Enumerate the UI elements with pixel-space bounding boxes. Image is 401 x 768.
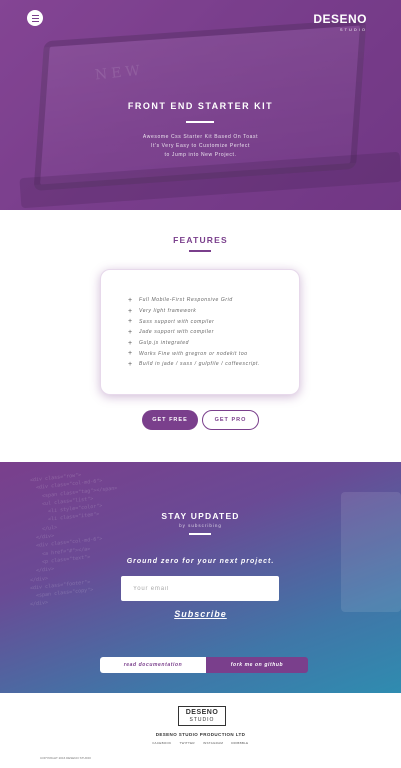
code-background: <div class="row"> <div class="col-md-6">… — [30, 472, 118, 609]
hero-title: FRONT END STARTER KIT — [127, 101, 274, 111]
brand-sub: STUDIO — [339, 27, 367, 32]
footer-link-facebook[interactable]: FACEBOOK — [153, 741, 172, 745]
feature-item: + Jade support with compiler — [128, 327, 299, 338]
feature-text: Sass support with compiler — [139, 318, 215, 325]
features-card: + Full Mobile-First Responsive Grid + Very… — [100, 269, 300, 395]
feature-text: Very light framework — [139, 308, 197, 315]
subscribe-link[interactable]: Subscribe — [0, 609, 401, 619]
footer-link-instagram[interactable]: INSTAGRAM — [203, 741, 223, 745]
blurred-device-image — [341, 492, 401, 612]
hero-description-line: It's Very Easy to Customize Perfect — [151, 143, 250, 149]
feature-item: + Gulp.js integrated — [128, 338, 299, 349]
feature-text: Works Fine with gregron or nodekit too — [139, 350, 248, 357]
hero-description-line: Awesome Css Starter Kit Based On Toast — [142, 134, 259, 140]
plus-icon: + — [128, 307, 133, 315]
get-pro-button[interactable]: GET PRO — [202, 410, 259, 430]
footer-logo-sub: STUDIO — [189, 717, 215, 723]
footer-company: DESENO STUDIO PRODUCTION LTD — [155, 732, 246, 737]
feature-text: Full Mobile-First Responsive Grid — [139, 297, 233, 304]
plus-icon: + — [128, 350, 133, 358]
features-title: FEATURES — [173, 235, 228, 245]
feature-text: Build in jade / sass / gulpfile / coffee… — [139, 361, 261, 368]
fork-github-button[interactable]: fork me on github — [206, 657, 308, 673]
stay-updated-title: STAY UPDATED — [161, 511, 240, 521]
stay-updated-subtitle: by subscribing — [179, 523, 222, 528]
plus-icon: + — [128, 339, 133, 347]
feature-text: Jade support with compiler — [139, 329, 215, 336]
plus-icon: + — [128, 296, 133, 304]
footer-logo-name: DESENO — [185, 709, 219, 716]
brand-name: DESENO — [313, 12, 367, 26]
hamburger-icon-line — [31, 20, 39, 22]
plus-icon: + — [128, 328, 133, 336]
read-documentation-button[interactable]: read documentation — [100, 657, 206, 673]
brand-logo[interactable]: DESENO STUDIO — [313, 12, 367, 32]
plus-icon: + — [128, 318, 133, 326]
hero-description-line: to Jump into New Project. — [164, 152, 237, 158]
feature-item: + Sass support with compiler — [128, 316, 299, 327]
hero-description: Awesome Css Starter Kit Based On Toast I… — [0, 133, 401, 160]
copyright: COPYRIGHT 2016 DESENO STUDIO — [40, 756, 91, 760]
feature-text: Gulp.js integrated — [139, 340, 189, 347]
get-free-button[interactable]: GET FREE — [142, 410, 198, 430]
footer-link-dribbble[interactable]: DRIBBBLE — [231, 741, 248, 745]
feature-item: + Works Fine with gregron or nodekit too — [128, 348, 299, 359]
feature-item: + Build in jade / sass / gulpfile / coffe… — [128, 359, 299, 370]
stay-updated-divider — [189, 533, 211, 535]
hero-divider — [186, 121, 214, 123]
footer-link-twitter[interactable]: TWITTER — [179, 741, 194, 745]
stay-updated-tagline: Ground zero for your next project. — [126, 558, 275, 565]
plus-icon: + — [128, 360, 133, 368]
footer-links: FACEBOOK TWITTER INSTAGRAM DRIBBBLE — [0, 741, 401, 745]
feature-item: + Full Mobile-First Responsive Grid — [128, 295, 299, 306]
feature-item: + Very light framework — [128, 306, 299, 317]
hamburger-icon-line — [31, 17, 39, 19]
features-divider — [189, 250, 211, 252]
footer-logo[interactable]: DESENO STUDIO — [178, 706, 226, 726]
hamburger-icon-line — [31, 14, 39, 16]
email-input[interactable] — [121, 576, 279, 601]
menu-button[interactable] — [27, 10, 43, 26]
